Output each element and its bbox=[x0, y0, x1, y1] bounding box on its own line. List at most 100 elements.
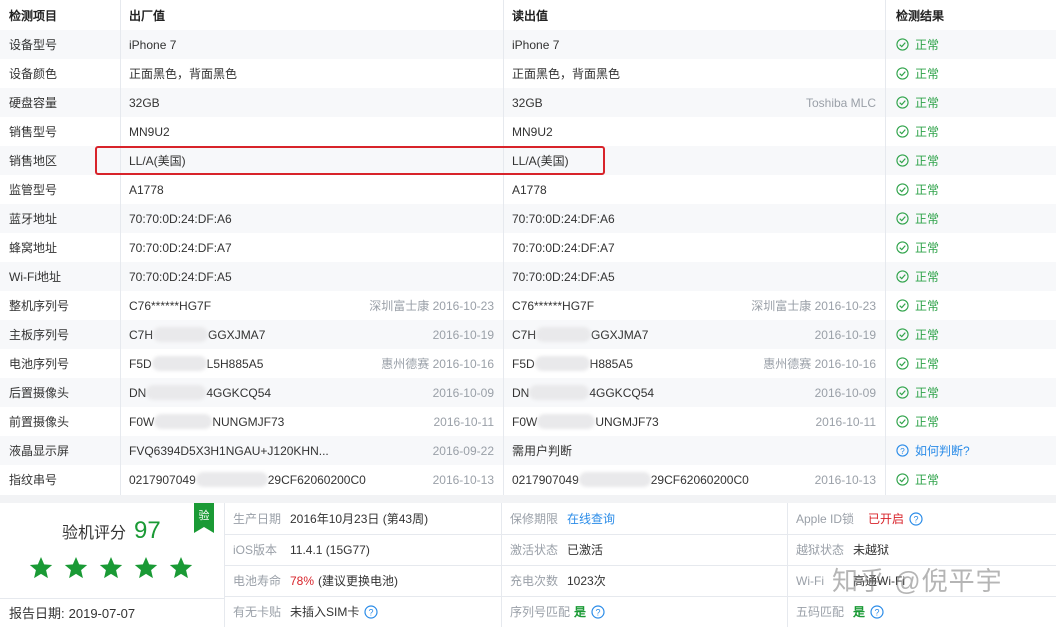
battery-percent: 78% bbox=[290, 573, 315, 588]
result-cell: 正常 bbox=[885, 465, 1056, 494]
read-extra: 2016-10-09 bbox=[814, 385, 876, 400]
apple-id-value: 已开启 bbox=[868, 512, 905, 526]
item-label: 设备颜色 bbox=[9, 67, 58, 81]
star-icon bbox=[64, 556, 88, 579]
item-label: 后置摄像头 bbox=[9, 386, 70, 400]
item-cell: 前置摄像头 bbox=[0, 407, 120, 436]
read-value: 70:70:0D:24:DF:A5 bbox=[512, 269, 615, 284]
warranty-label: 保修期限 bbox=[510, 512, 559, 526]
check-circle-icon bbox=[896, 270, 909, 283]
redaction-mask bbox=[154, 414, 213, 429]
result-cell: 正常 bbox=[885, 175, 1056, 204]
table-row: 设备型号 iPhone 7 iPhone 7 正常 bbox=[0, 30, 1056, 59]
item-label: 整机序列号 bbox=[9, 299, 70, 313]
factory-value-prefix: 0217907049 bbox=[129, 472, 196, 487]
read-extra: 2016-10-19 bbox=[814, 327, 876, 342]
item-cell: 液晶显示屏 bbox=[0, 436, 120, 465]
table-row: 设备颜色 正面黑色，背面黑色 正面黑色，背面黑色 正常 bbox=[0, 59, 1056, 88]
result-ok: 正常 bbox=[896, 94, 939, 111]
star-icon bbox=[169, 556, 193, 579]
svg-text:?: ? bbox=[914, 514, 919, 524]
factory-cell: FVQ6394D5X3H1NGAU+J120KHN... 2016-09-22 bbox=[120, 436, 503, 465]
result-cell: 正常 bbox=[885, 407, 1056, 436]
factory-extra: 2016-09-22 bbox=[432, 443, 494, 458]
report-date-label: 报告日期: bbox=[9, 606, 65, 621]
table-header: 检测项目 出厂值 读出值 检测结果 bbox=[0, 0, 1056, 30]
item-cell: 设备颜色 bbox=[0, 59, 120, 88]
result-ok: 正常 bbox=[896, 181, 939, 198]
result-ok: 正常 bbox=[896, 36, 939, 53]
check-circle-icon bbox=[896, 125, 909, 138]
item-cell: 整机序列号 bbox=[0, 291, 120, 320]
result-cell: ? 如何判断? bbox=[885, 436, 1056, 465]
help-icon[interactable]: ? bbox=[909, 511, 923, 526]
table-row: 整机序列号 C76******HG7F 深圳富士康 2016-10-23 C76***… bbox=[0, 291, 1056, 320]
section-separator bbox=[0, 495, 1056, 503]
factory-value-prefix: C7H bbox=[129, 327, 154, 342]
factory-cell: 70:70:0D:24:DF:A5 bbox=[120, 262, 503, 291]
factory-value: 70:70:0D:24:DF:A5 bbox=[129, 269, 232, 284]
check-circle-icon bbox=[896, 328, 909, 341]
result-text: 如何判断? bbox=[915, 444, 970, 458]
read-cell: iPhone 7 bbox=[503, 30, 885, 59]
battery-life: 电池寿命 78% (建议更换电池) bbox=[224, 565, 501, 596]
item-label: 指纹串号 bbox=[9, 473, 58, 487]
factory-value: 32GB bbox=[129, 95, 160, 110]
result-help-link[interactable]: ? 如何判断? bbox=[896, 442, 970, 459]
charge-count: 充电次数 1023次 bbox=[501, 565, 787, 596]
question-circle-icon: ? bbox=[896, 444, 909, 457]
activation-label: 激活状态 bbox=[510, 543, 559, 557]
read-value: iPhone 7 bbox=[512, 37, 560, 52]
redaction-mask bbox=[534, 356, 590, 371]
factory-cell: iPhone 7 bbox=[120, 30, 503, 59]
redaction-mask bbox=[529, 385, 590, 400]
battery-note: (建议更换电池) bbox=[318, 574, 399, 588]
result-ok: 正常 bbox=[896, 297, 939, 314]
help-icon[interactable]: ? bbox=[591, 604, 605, 619]
production-date: 生产日期 2016年10月23日 (第43周) bbox=[224, 503, 501, 534]
score-box: 验机评分 97 验 bbox=[0, 503, 224, 598]
serial-match-label: 序列号匹配 bbox=[510, 605, 571, 619]
read-cell: 0217907049 29CF62060200C0 2016-10-13 bbox=[503, 465, 885, 494]
factory-cell: C76******HG7F 深圳富士康 2016-10-23 bbox=[120, 291, 503, 320]
result-text: 正常 bbox=[915, 415, 940, 429]
factory-value-suffix: L5H885A5 bbox=[206, 356, 264, 371]
result-text: 正常 bbox=[915, 357, 940, 371]
item-label: 监管型号 bbox=[9, 183, 58, 197]
item-cell: 电池序列号 bbox=[0, 349, 120, 378]
apple-id-label: Apple ID锁 bbox=[796, 512, 855, 526]
divider bbox=[0, 598, 224, 599]
table-row: 前置摄像头 F0W NUNGMJF73 2016-10-11 F0W UNGMJF73 20… bbox=[0, 407, 1056, 436]
read-cell: DN 4GGKCQ54 2016-10-09 bbox=[503, 378, 885, 407]
result-ok: 正常 bbox=[896, 326, 939, 343]
factory-value: MN9U2 bbox=[129, 124, 170, 139]
factory-cell: 正面黑色，背面黑色 bbox=[120, 59, 503, 88]
read-cell: MN9U2 bbox=[503, 117, 885, 146]
item-label: 设备型号 bbox=[9, 38, 58, 52]
result-text: 正常 bbox=[915, 473, 940, 487]
item-label: 主板序列号 bbox=[9, 328, 70, 342]
header-item: 检测项目 bbox=[9, 8, 58, 23]
read-value: 32GB bbox=[512, 95, 543, 110]
factory-extra: 2016-10-11 bbox=[433, 414, 495, 429]
read-cell: F5D H885A5 惠州德赛 2016-10-16 bbox=[503, 349, 885, 378]
result-ok: 正常 bbox=[896, 384, 939, 401]
read-cell: 32GB Toshiba MLC bbox=[503, 88, 885, 117]
item-cell: 硬盘容量 bbox=[0, 88, 120, 117]
factory-cell: C7H GGXJMA7 2016-10-19 bbox=[120, 320, 503, 349]
header-factory: 出厂值 bbox=[129, 8, 166, 23]
item-cell: 销售型号 bbox=[0, 117, 120, 146]
read-value-prefix: 0217907049 bbox=[512, 472, 579, 487]
factory-cell: 70:70:0D:24:DF:A7 bbox=[120, 233, 503, 262]
factory-value: 70:70:0D:24:DF:A6 bbox=[129, 211, 232, 226]
result-ok: 正常 bbox=[896, 471, 939, 488]
table-row: 电池序列号 F5D L5H885A5 惠州德赛 2016-10-16 F5D H885A5… bbox=[0, 349, 1056, 378]
help-icon[interactable]: ? bbox=[364, 604, 378, 619]
check-circle-icon bbox=[896, 154, 909, 167]
help-icon[interactable]: ? bbox=[870, 604, 884, 619]
sim-value: 未插入SIM卡 bbox=[290, 605, 360, 619]
rating-stars bbox=[28, 555, 194, 581]
read-value-prefix: DN bbox=[512, 385, 530, 400]
item-label: 液晶显示屏 bbox=[9, 444, 70, 458]
warranty-link[interactable]: 在线查询 bbox=[567, 510, 615, 527]
